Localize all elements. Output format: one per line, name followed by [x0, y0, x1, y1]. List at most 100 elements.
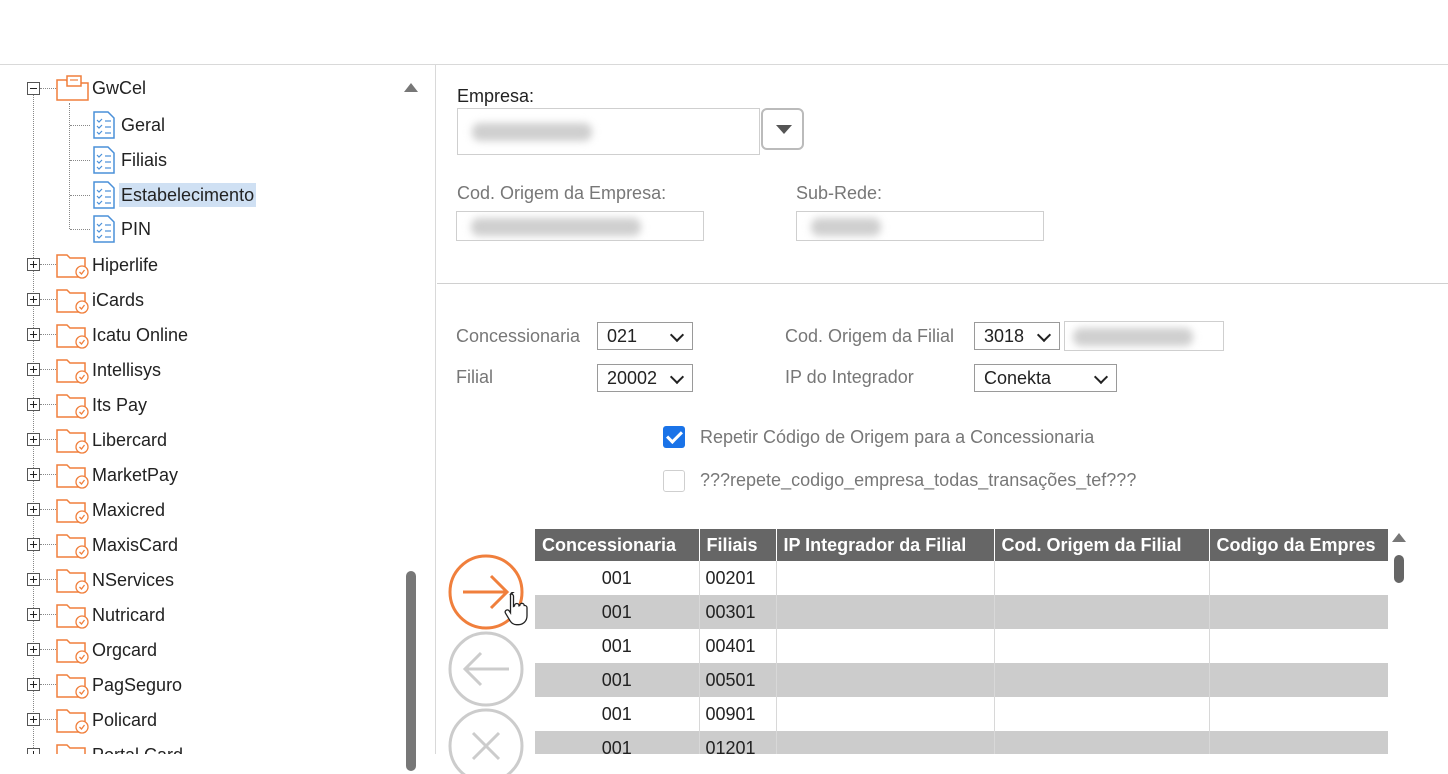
tree-connector [40, 649, 56, 650]
tree-expand-toggle[interactable] [27, 398, 40, 411]
column-header-ip-integrador[interactable]: IP Integrador da Filial [776, 529, 995, 561]
table-cell [776, 663, 995, 697]
tree-item-its-pay[interactable]: Its Pay [90, 390, 149, 420]
tree-item-estabelecimento[interactable]: Estabelecimento [119, 180, 257, 210]
tree-item-icards[interactable]: iCards [90, 285, 146, 315]
table-row[interactable]: 001 00401 [535, 629, 1388, 663]
tree-expand-toggle[interactable] [27, 468, 40, 481]
filial-select[interactable]: 20002 [597, 364, 693, 392]
folder-icon [56, 464, 89, 489]
folder-icon [56, 254, 89, 279]
tree-expand-toggle[interactable] [27, 538, 40, 551]
tree-item-nservices[interactable]: NServices [90, 565, 176, 595]
tree-connector [70, 195, 90, 196]
cod-origem-filial-field[interactable] [1064, 321, 1224, 351]
column-header-filiais[interactable]: Filiais [699, 529, 777, 561]
tree-connector [40, 88, 56, 89]
tree-expand-toggle[interactable] [27, 328, 40, 341]
tree-item-filiais[interactable]: Filiais [119, 145, 169, 175]
folder-icon [56, 394, 89, 419]
table-cell: 001 [535, 561, 700, 595]
tree-expand-toggle[interactable] [27, 258, 40, 271]
table-cell: 00501 [699, 663, 777, 697]
tree-item-portal-card[interactable]: Portal Card [90, 740, 185, 754]
grid-scrollbar[interactable] [1390, 529, 1408, 754]
folder-icon [56, 499, 89, 524]
table-row[interactable]: 001 00901 [535, 697, 1388, 731]
tree-item-label: Nutricard [92, 605, 166, 625]
ip-integrador-select[interactable]: Conekta [974, 364, 1117, 392]
table-row[interactable]: 001 01201 [535, 731, 1388, 754]
tree-expand-toggle[interactable] [27, 748, 40, 754]
section-divider [437, 283, 1448, 284]
tree-item-intellisys[interactable]: Intellisys [90, 355, 163, 385]
tree-item-label: GwCel [92, 78, 147, 98]
sub-rede-field[interactable] [796, 211, 1044, 241]
tree-item-orgcard[interactable]: Orgcard [90, 635, 159, 665]
checklist-doc-icon [93, 146, 115, 174]
table-cell: 00201 [699, 561, 777, 595]
concessionaria-select[interactable]: 021 [597, 322, 693, 350]
tree-connector [40, 544, 56, 545]
scrollbar-thumb[interactable] [406, 571, 416, 771]
tree-connector [40, 474, 56, 475]
cod-origem-empresa-field[interactable] [456, 211, 704, 241]
repetir-codigo-checkbox[interactable] [663, 426, 685, 448]
tree-item-label: PIN [121, 219, 152, 239]
tree-connector-gwcel [69, 103, 70, 229]
tree-expand-toggle[interactable] [27, 573, 40, 586]
tree-expand-toggle[interactable] [27, 678, 40, 691]
cod-origem-filial-select[interactable]: 3018 [974, 322, 1060, 350]
tree-item-policard[interactable]: Policard [90, 705, 159, 735]
tree-item-gwcel[interactable]: GwCel [90, 73, 148, 103]
tree-expand-toggle[interactable] [27, 608, 40, 621]
table-row[interactable]: 001 00501 [535, 663, 1388, 697]
column-header-cod-origem-filial[interactable]: Cod. Origem da Filial [994, 529, 1210, 561]
folder-icon [56, 709, 89, 734]
table-cell [994, 629, 1210, 663]
tree-connector [40, 614, 56, 615]
tree-item-maxiscard[interactable]: MaxisCard [90, 530, 180, 560]
table-cell: 001 [535, 697, 700, 731]
scrollbar-thumb[interactable] [1394, 555, 1404, 583]
tree-item-geral[interactable]: Geral [119, 110, 167, 140]
top-bar [0, 0, 1448, 65]
tree-expand-toggle[interactable] [27, 643, 40, 656]
folder-icon [56, 289, 89, 314]
tree-collapse-toggle[interactable] [27, 82, 40, 95]
clear-button[interactable] [447, 707, 525, 774]
folder-icon [56, 744, 86, 754]
tree-expand-toggle[interactable] [27, 363, 40, 376]
concessionaria-value: 021 [607, 325, 638, 346]
tree-item-pin[interactable]: PIN [119, 214, 153, 244]
tree-item-hiperlife[interactable]: Hiperlife [90, 250, 160, 280]
tree-item-pagseguro[interactable]: PagSeguro [90, 670, 184, 700]
empresa-field[interactable] [457, 108, 760, 155]
tree-item-marketpay[interactable]: MarketPay [90, 460, 180, 490]
column-header-codigo-empresa[interactable]: Codigo da Empres [1209, 529, 1388, 561]
tree-item-maxicred[interactable]: Maxicred [90, 495, 167, 525]
tree-item-icatu-online[interactable]: Icatu Online [90, 320, 190, 350]
table-row[interactable]: 001 00201 [535, 561, 1388, 595]
remove-button[interactable] [447, 630, 525, 708]
table-cell [1209, 595, 1388, 629]
column-header-concessionaria[interactable]: Concessionaria [535, 529, 700, 561]
table-cell [1209, 663, 1388, 697]
scroll-up-icon[interactable] [404, 83, 418, 92]
tree-item-nutricard[interactable]: Nutricard [90, 600, 167, 630]
table-row[interactable]: 001 00301 [535, 595, 1388, 629]
filial-value: 20002 [607, 367, 658, 388]
folder-icon [56, 674, 89, 699]
tree-item-libercard[interactable]: Libercard [90, 425, 169, 455]
repete-tef-checkbox[interactable] [663, 470, 685, 492]
scroll-up-icon[interactable] [1392, 533, 1406, 542]
table-cell [776, 561, 995, 595]
table-cell [1209, 561, 1388, 595]
tree-scrollbar[interactable] [404, 75, 418, 771]
empresa-dropdown-button[interactable] [761, 108, 804, 150]
tree-expand-toggle[interactable] [27, 503, 40, 516]
tree-expand-toggle[interactable] [27, 713, 40, 726]
table-cell [994, 731, 1210, 754]
tree-expand-toggle[interactable] [27, 433, 40, 446]
tree-expand-toggle[interactable] [27, 293, 40, 306]
